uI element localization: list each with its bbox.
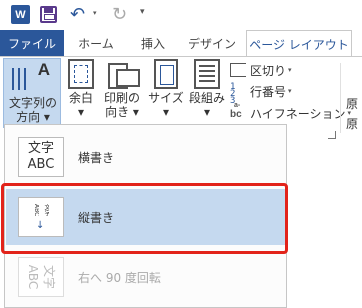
group-divider [340,63,341,133]
columns-button[interactable]: 段組み ▾ [188,59,226,119]
save-icon[interactable] [40,6,57,23]
ribbon-tab-bar: ファイル ホーム 挿入 デザイン ページ レイアウト [0,30,362,57]
size-label: サイズ [148,91,184,105]
page-setup-dialog-launcher-icon[interactable] [328,131,336,139]
tab-insert[interactable]: 挿入 [128,30,178,56]
tab-design[interactable]: デザイン [180,30,244,56]
breaks-button[interactable]: 区切り ▾ [230,60,292,80]
margins-dropdown-icon: ▾ [77,105,85,119]
rotate-90-text-icon: 文字 ABC [18,257,64,297]
menu-item-label: 横書き [78,150,115,165]
margins-icon [68,59,94,89]
text-direction-button[interactable]: A 文字列の 方向 ▾ [3,58,61,128]
hyphenation-icon: a-bc [230,102,242,120]
cut-off-ribbon-label: 原 [346,117,359,131]
text-direction-icon: A [10,60,50,92]
size-icon [154,59,178,89]
quick-access-toolbar: W ↶ ▾ ↻ ▾ [0,0,362,30]
menu-item-horizontal[interactable]: 文字 ABC 横書き [6,129,285,185]
breaks-icon [230,63,246,77]
line-numbers-label: 行番号 [250,84,287,99]
line-numbers-button[interactable]: 123 行番号 ▾ [230,81,292,106]
orientation-label-line1: 印刷の [103,91,140,105]
breaks-label: 区切り [250,63,287,78]
columns-icon [194,59,220,89]
orientation-icon [108,59,140,89]
size-button[interactable]: サイズ ▾ [147,59,185,119]
menu-item-label: 右へ 90 度回転 [78,270,161,285]
highlight-annotation [1,183,288,254]
menu-item-rotate-90[interactable]: 文字 ABC 右へ 90 度回転 [6,249,285,305]
undo-icon[interactable]: ↶ [70,4,85,25]
columns-label: 段組み [188,91,225,105]
margins-button[interactable]: 余白 ▾ [64,59,98,119]
hyphenation-button[interactable]: a-bc ハイフネーション ▾ [230,102,351,123]
line-numbers-icon: 123 [230,82,236,106]
orientation-label-line2: 向き ▾ [105,105,139,119]
cut-off-ribbon-label: 原 [346,97,359,111]
text-direction-label-line2: 方向 ▾ [16,110,50,124]
word-app-icon[interactable]: W [11,5,30,24]
tab-home[interactable]: ホーム [64,30,128,56]
margins-label: 余白 [68,91,93,105]
undo-dropdown-icon[interactable]: ▾ [93,9,97,17]
tab-page-layout[interactable]: ページ レイアウト [246,30,352,57]
redo-icon[interactable]: ↻ [112,4,127,25]
size-dropdown-icon: ▾ [162,105,170,119]
breaks-dropdown-icon: ▾ [288,66,292,74]
customize-qat-icon[interactable]: ▾ [140,7,145,17]
orientation-button[interactable]: 印刷の 向き ▾ [102,59,142,119]
text-direction-label-line1: 文字列の [8,96,57,110]
line-numbers-dropdown-icon: ▾ [288,87,292,95]
hyphenation-label: ハイフネーション [250,106,346,121]
horizontal-text-icon: 文字 ABC [18,137,64,177]
tab-file[interactable]: ファイル [0,30,64,56]
columns-dropdown-icon: ▾ [203,105,211,119]
